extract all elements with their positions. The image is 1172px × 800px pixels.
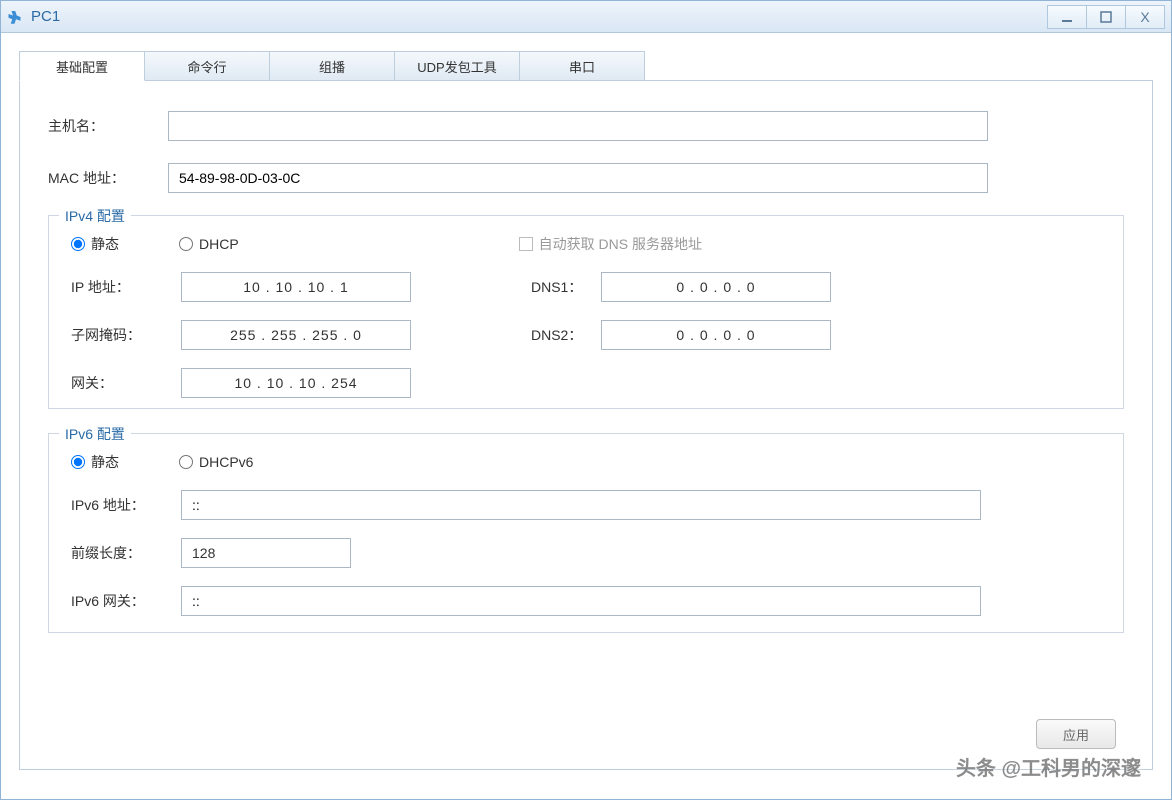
mac-label: MAC 地址： — [48, 168, 168, 188]
mac-row: MAC 地址： — [48, 163, 1124, 193]
dns2-label: DNS2： — [531, 325, 601, 345]
ipv6-gw-label: IPv6 网关： — [71, 591, 181, 611]
close-button[interactable]: X — [1125, 5, 1165, 29]
ipv6-fieldset: IPv6 配置 静态 DHCPv6 IPv6 地址： — [48, 433, 1124, 633]
ipv4-dhcp-label: DHCP — [199, 236, 239, 252]
ip-label: IP 地址： — [71, 277, 181, 297]
mask-input[interactable]: 255 . 255 . 255 . 0 — [181, 320, 411, 350]
ipv6-static-label: 静态 — [91, 452, 119, 472]
tab-cli[interactable]: 命令行 — [144, 51, 270, 81]
hostname-row: 主机名： — [48, 111, 1124, 141]
ipv6-prefix-input[interactable]: 128 — [181, 538, 351, 568]
auto-dns-checkbox-box[interactable] — [519, 237, 533, 251]
ipv6-static-radio[interactable]: 静态 — [71, 452, 119, 472]
window-title: PC1 — [31, 8, 1048, 25]
ipv6-static-radio-input[interactable] — [71, 455, 85, 469]
tab-udp-tool[interactable]: UDP发包工具 — [394, 51, 520, 81]
titlebar: PC1 X — [1, 1, 1171, 33]
apply-button[interactable]: 应用 — [1036, 719, 1116, 749]
ipv6-dhcp-radio[interactable]: DHCPv6 — [179, 454, 253, 470]
hostname-input[interactable] — [168, 111, 988, 141]
dns2-input[interactable]: 0 . 0 . 0 . 0 — [601, 320, 831, 350]
ipv4-right-col: DNS1： 0 . 0 . 0 . 0 DNS2： 0 . 0 . 0 . 0 — [531, 272, 831, 398]
ipv4-columns: IP 地址： 10 . 10 . 10 . 1 子网掩码： 255 . 255 … — [71, 272, 1101, 398]
ipv6-prefix-label: 前缀长度： — [71, 543, 181, 563]
ipv6-dhcp-radio-input[interactable] — [179, 455, 193, 469]
dns1-input[interactable]: 0 . 0 . 0 . 0 — [601, 272, 831, 302]
ipv4-left-col: IP 地址： 10 . 10 . 10 . 1 子网掩码： 255 . 255 … — [71, 272, 411, 398]
tab-serial[interactable]: 串口 — [519, 51, 645, 81]
window-controls: X — [1048, 5, 1165, 29]
ipv6-gw-input[interactable] — [181, 586, 981, 616]
ipv6-addr-label: IPv6 地址： — [71, 495, 181, 515]
ipv4-static-radio-input[interactable] — [71, 237, 85, 251]
content-area: 基础配置 命令行 组播 UDP发包工具 串口 主机名： MAC 地址： IPv4… — [1, 33, 1171, 799]
maximize-button[interactable] — [1086, 5, 1126, 29]
ip-input[interactable]: 10 . 10 . 10 . 1 — [181, 272, 411, 302]
ipv6-addr-input[interactable] — [181, 490, 981, 520]
ipv4-mode-row: 静态 DHCP 自动获取 DNS 服务器地址 — [71, 234, 1101, 254]
gateway-input[interactable]: 10 . 10 . 10 . 254 — [181, 368, 411, 398]
minimize-button[interactable] — [1047, 5, 1087, 29]
ipv6-legend: IPv6 配置 — [59, 424, 131, 444]
dns1-label: DNS1： — [531, 277, 601, 297]
app-icon — [7, 8, 25, 26]
ipv4-dhcp-radio[interactable]: DHCP — [179, 236, 239, 252]
tab-bar: 基础配置 命令行 组播 UDP发包工具 串口 — [19, 51, 1153, 81]
ipv4-static-radio[interactable]: 静态 — [71, 234, 119, 254]
mask-label: 子网掩码： — [71, 325, 181, 345]
auto-dns-label: 自动获取 DNS 服务器地址 — [539, 234, 702, 254]
ipv4-fieldset: IPv4 配置 静态 DHCP 自动获取 DNS 服务器地址 — [48, 215, 1124, 409]
ipv6-mode-row: 静态 DHCPv6 — [71, 452, 1101, 472]
app-window: PC1 X 基础配置 命令行 组播 UDP发包工具 串口 主机名： MAC 地址… — [0, 0, 1172, 800]
ipv4-static-label: 静态 — [91, 234, 119, 254]
config-panel: 主机名： MAC 地址： IPv4 配置 静态 DHCP — [19, 80, 1153, 770]
tab-multicast[interactable]: 组播 — [269, 51, 395, 81]
auto-dns-checkbox[interactable]: 自动获取 DNS 服务器地址 — [519, 234, 702, 254]
ipv4-dhcp-radio-input[interactable] — [179, 237, 193, 251]
ipv4-legend: IPv4 配置 — [59, 206, 131, 226]
ipv6-dhcp-label: DHCPv6 — [199, 454, 253, 470]
gateway-label: 网关： — [71, 373, 181, 393]
mac-input[interactable] — [168, 163, 988, 193]
tab-basic-config[interactable]: 基础配置 — [19, 51, 145, 81]
hostname-label: 主机名： — [48, 116, 168, 136]
